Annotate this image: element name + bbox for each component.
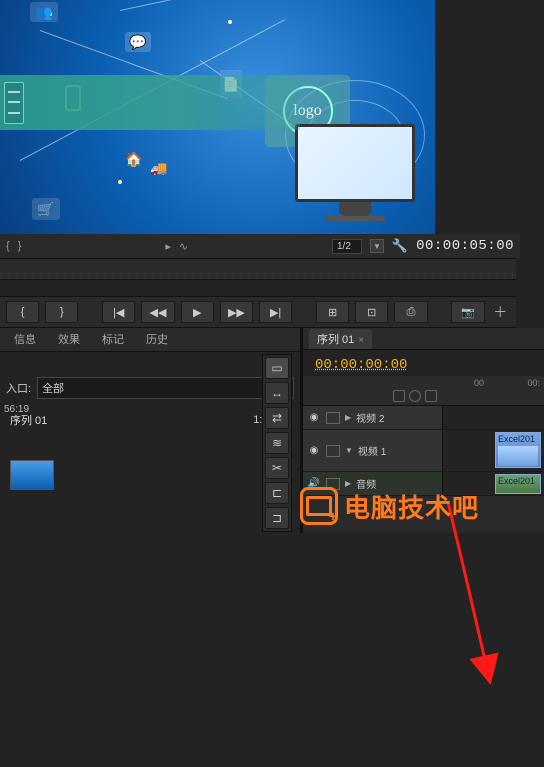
razor-tool[interactable]: ✂ <box>265 457 289 479</box>
network-node <box>118 180 122 184</box>
monitor-graphic <box>295 124 415 224</box>
rate-tool[interactable]: ≋ <box>265 432 289 454</box>
network-node <box>228 20 232 24</box>
cart-icon: 🛒 <box>32 198 60 220</box>
ripple-tool[interactable]: ↔ <box>265 382 289 404</box>
contacts-icon: 👥 <box>30 2 58 22</box>
monitor-stand <box>339 202 371 216</box>
roll-tool[interactable]: ⇄ <box>265 407 289 429</box>
title-overlay[interactable] <box>0 75 300 130</box>
selection-tool[interactable]: ▭ <box>265 357 289 379</box>
watermark-text: 电脑技术吧 <box>344 488 479 525</box>
watermark-icon <box>300 487 338 525</box>
chat-icon: 💬 <box>125 32 151 52</box>
truck-icon: 🚚 <box>150 160 167 177</box>
monitor-screen <box>295 124 415 202</box>
monitor-base <box>325 216 385 221</box>
tools-panel: ▭ ↔ ⇄ ≋ ✂ ⊏ ⊐ <box>262 354 292 532</box>
slide-tool[interactable]: ⊐ <box>265 507 289 529</box>
overlay-handle-icon[interactable] <box>4 82 24 124</box>
program-monitor: 👥 💬 🏠 🚚 🛒 📄 logo <box>0 0 435 234</box>
watermark: 电脑技术吧 <box>300 487 479 525</box>
slip-tool[interactable]: ⊏ <box>265 482 289 504</box>
house-icon: 🏠 <box>122 148 146 170</box>
